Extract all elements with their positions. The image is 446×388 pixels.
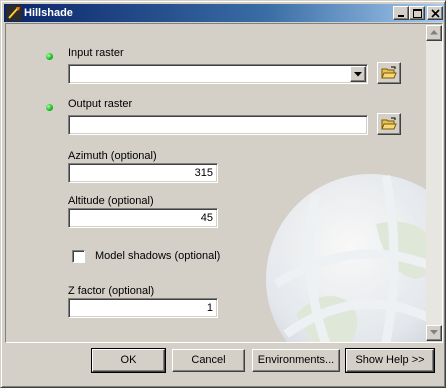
output-raster-label: Output raster [68,98,133,110]
open-folder-icon [381,66,397,79]
altitude-label: Altitude (optional) [68,195,154,207]
show-help-button[interactable]: Show Help >> [345,348,435,373]
required-dot-icon [46,104,53,111]
window-title: Hillshade [24,7,73,19]
hillshade-tool-icon [6,5,22,21]
chevron-down-icon [354,72,362,77]
input-raster-combobox[interactable] [68,64,368,84]
scroll-down-button[interactable] [426,325,442,341]
hillshade-dialog: Hillshade Input raster Output raster Azi… [0,0,446,388]
z-factor-input[interactable]: 1 [68,298,218,318]
globe-watermark-icon [266,174,442,342]
close-icon [431,9,440,18]
altitude-input[interactable]: 45 [68,208,218,228]
ok-button[interactable]: OK [91,348,166,373]
scroll-up-button[interactable] [426,25,442,41]
minimize-icon [398,15,404,17]
input-raster-dropdown-button[interactable] [350,66,366,82]
maximize-icon [413,9,422,18]
input-raster-browse-button[interactable] [377,62,401,84]
input-raster-label: Input raster [68,47,124,59]
minimize-button[interactable] [393,6,409,20]
model-shadows-label: Model shadows (optional) [95,250,221,262]
cancel-button[interactable]: Cancel [172,349,245,372]
z-factor-label: Z factor (optional) [68,285,155,297]
close-button[interactable] [427,6,443,20]
title-bar[interactable]: Hillshade [4,4,444,22]
chevron-down-icon [430,330,438,335]
open-folder-icon [381,117,397,130]
parameters-panel: Input raster Output raster Azimuth (opti… [5,23,443,343]
output-raster-browse-button[interactable] [377,113,401,135]
azimuth-input[interactable]: 315 [68,163,218,183]
maximize-button[interactable] [409,6,425,20]
output-raster-input[interactable] [68,115,368,135]
model-shadows-checkbox[interactable] [72,250,85,263]
azimuth-label: Azimuth (optional) [68,150,157,162]
environments-button[interactable]: Environments... [252,349,340,372]
vertical-scrollbar[interactable] [426,25,442,341]
chevron-up-icon [430,30,438,35]
required-dot-icon [46,53,53,60]
